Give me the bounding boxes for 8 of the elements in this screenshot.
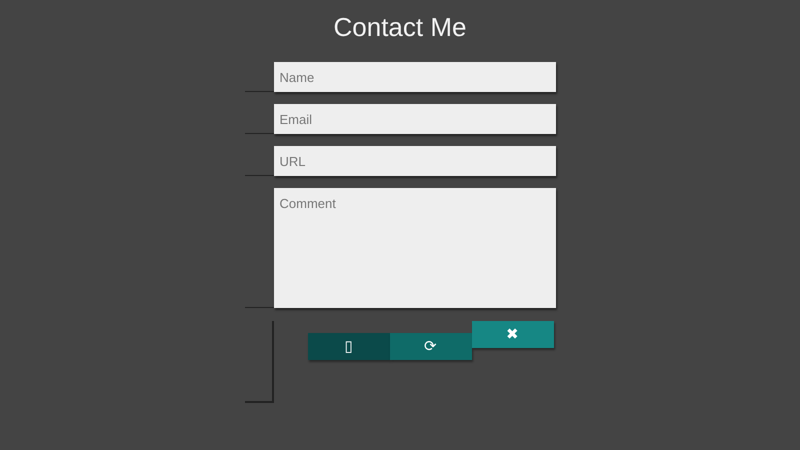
input-field[interactable]: Email [274,104,556,134]
input-field[interactable]: URL [274,146,556,176]
form-button[interactable]: ⟳ [390,333,472,360]
page-title: Contact Me [334,11,466,43]
form-button[interactable]: ✖ [472,321,554,348]
input-field[interactable]: Name [274,62,556,92]
form-button[interactable]: ▯ [308,333,390,360]
comment-field[interactable]: Comment [274,188,556,308]
